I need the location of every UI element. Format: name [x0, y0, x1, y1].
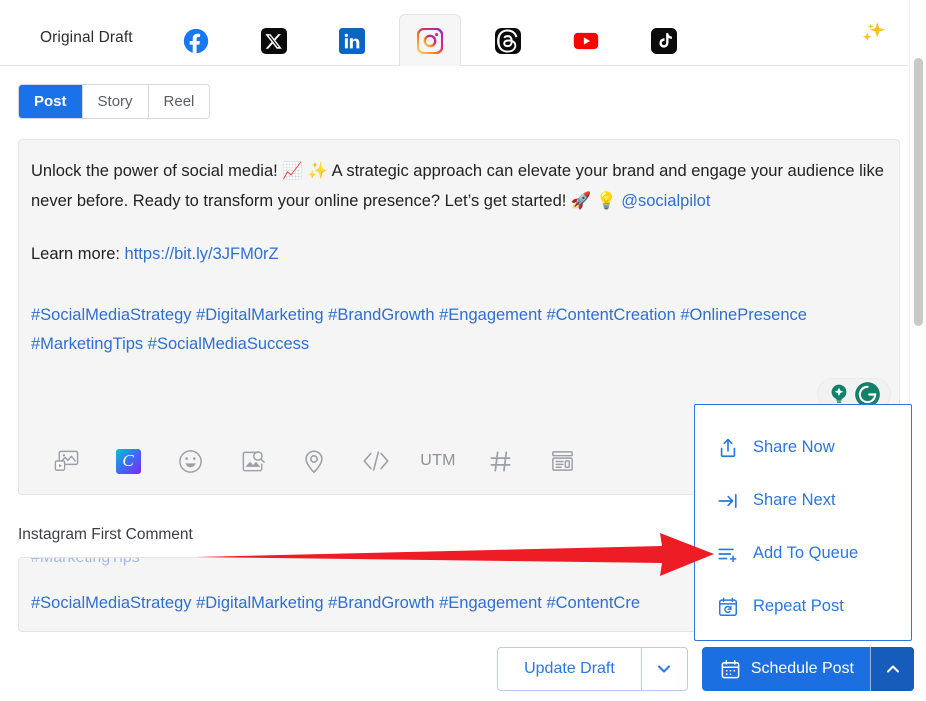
composer-text-part1: Unlock the power of social media! [31, 162, 282, 180]
vertical-scrollbar[interactable] [910, 0, 926, 645]
platform-tab-facebook[interactable] [165, 15, 227, 65]
menu-item-repeat-post[interactable]: Repeat Post [695, 580, 911, 633]
sparkles-icon[interactable] [856, 17, 890, 51]
update-draft-group: Update Draft [497, 647, 688, 691]
repeat-calendar-icon [717, 596, 739, 618]
platform-tab-threads[interactable] [477, 15, 539, 65]
first-comment-scrolled-text: #MarketingTips [31, 557, 140, 567]
update-draft-button[interactable]: Update Draft [498, 648, 641, 690]
menu-item-label: Share Next [753, 491, 836, 510]
post-composer-screen: Original Draft [0, 0, 926, 701]
platform-tab-linkedin[interactable] [321, 15, 383, 65]
chart-increasing-emoji: 📈 [282, 161, 303, 180]
learn-more-label: Learn more: [31, 245, 125, 263]
instagram-icon [417, 28, 443, 54]
emoji-icon[interactable] [159, 439, 221, 483]
platform-tab-tiktok[interactable] [633, 15, 695, 65]
menu-item-label: Repeat Post [753, 597, 844, 616]
menu-item-share-next[interactable]: Share Next [695, 474, 911, 527]
menu-item-label: Share Now [753, 438, 835, 457]
first-comment-hashtags: #SocialMediaStrategy #DigitalMarketing #… [31, 594, 640, 613]
post-type-story[interactable]: Story [83, 85, 149, 118]
arrow-to-line-icon [717, 490, 739, 512]
rocket-emoji: 🚀 [571, 191, 592, 210]
utm-icon[interactable]: UTM [407, 439, 469, 483]
threads-icon [495, 28, 521, 54]
tiktok-icon [651, 28, 677, 54]
schedule-post-button[interactable]: Schedule Post [702, 647, 870, 691]
composer-text[interactable]: Unlock the power of social media! 📈 ✨ A … [31, 156, 885, 371]
schedule-post-dropdown-toggle[interactable] [870, 647, 914, 691]
x-twitter-icon [261, 28, 287, 54]
facebook-icon [183, 28, 209, 54]
media-library-icon[interactable] [35, 439, 97, 483]
post-type-reel[interactable]: Reel [149, 85, 210, 118]
composer-link[interactable]: https://bit.ly/3JFM0rZ [125, 245, 279, 263]
add-to-queue-icon [717, 543, 739, 565]
platform-tabbar: Original Draft [0, 0, 908, 66]
canva-icon[interactable]: C [97, 439, 159, 483]
mention-socialpilot[interactable]: @socialpilot [621, 192, 710, 210]
template-icon[interactable] [531, 439, 593, 483]
platform-tabs [157, 14, 703, 65]
image-search-icon[interactable] [221, 439, 283, 483]
post-type-post[interactable]: Post [19, 85, 83, 118]
share-upload-icon [717, 437, 739, 459]
chevron-down-icon [654, 659, 674, 679]
menu-item-share-now[interactable]: Share Now [695, 421, 911, 474]
first-comment-label: Instagram First Comment [18, 526, 193, 544]
calendar-icon [720, 659, 741, 680]
red-arrow-pointer [190, 530, 720, 580]
update-draft-dropdown-toggle[interactable] [641, 648, 687, 690]
youtube-icon [573, 28, 599, 54]
canva-logo: C [116, 449, 141, 474]
bulb-emoji: 💡 [596, 191, 617, 210]
linkedin-icon [339, 28, 365, 54]
composer-hashtags: #SocialMediaStrategy #DigitalMarketing #… [31, 301, 885, 359]
scrollbar-thumb[interactable] [914, 58, 923, 326]
chevron-up-icon [883, 659, 903, 679]
platform-tab-youtube[interactable] [555, 15, 617, 65]
composer-paragraph-link: Learn more: https://bit.ly/3JFM0rZ [31, 240, 885, 269]
menu-item-label: Add To Queue [753, 544, 858, 563]
platform-tab-instagram[interactable] [399, 14, 461, 66]
grammarly-suggestion-icon[interactable] [827, 382, 851, 406]
draft-title: Original Draft [0, 29, 133, 65]
composer-paragraph-main: Unlock the power of social media! 📈 ✨ A … [31, 156, 885, 216]
sparkles-emoji: ✨ [307, 161, 328, 180]
action-bar: Update Draft Schedule Pos [0, 637, 926, 701]
post-type-toggle: Post Story Reel [18, 84, 210, 119]
schedule-options-menu: Share Now Share Next Add To Queue [694, 404, 912, 641]
hashtag-icon[interactable] [469, 439, 531, 483]
platform-tab-x[interactable] [243, 15, 305, 65]
code-icon[interactable] [345, 439, 407, 483]
schedule-post-group: Schedule Post [702, 647, 914, 691]
location-icon[interactable] [283, 439, 345, 483]
schedule-post-label: Schedule Post [751, 660, 854, 678]
menu-item-add-to-queue[interactable]: Add To Queue [695, 527, 911, 580]
